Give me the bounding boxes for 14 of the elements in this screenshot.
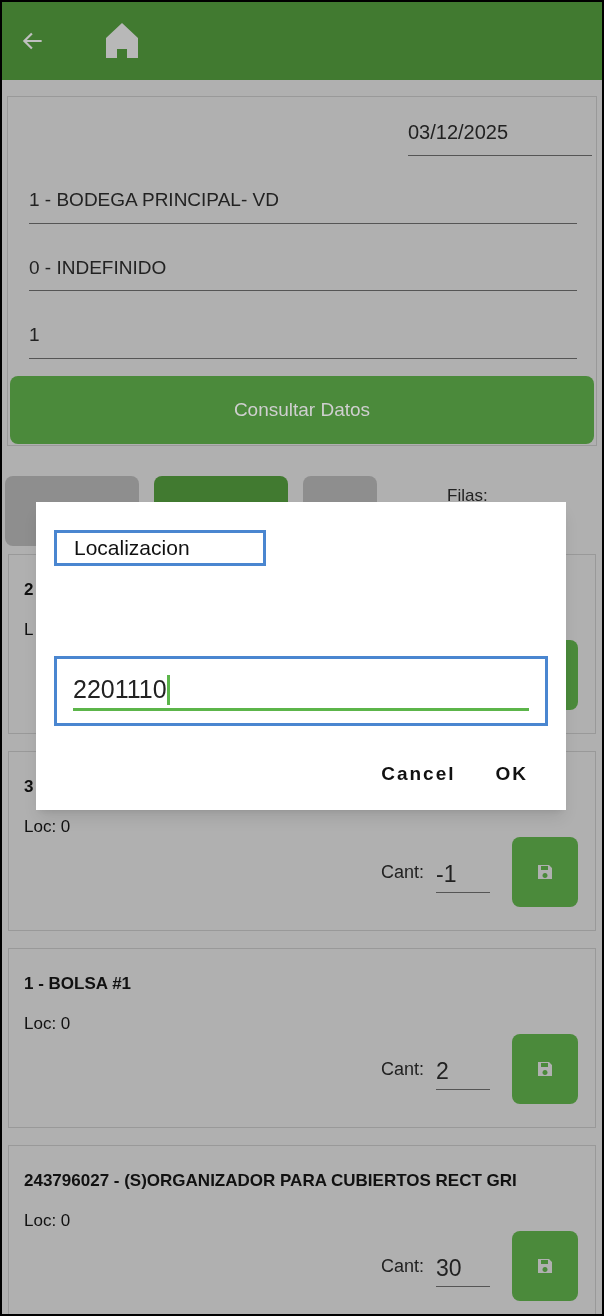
dialog-title: Localizacion — [54, 530, 266, 566]
quantity-label: Cant: — [380, 1057, 424, 1081]
input-value: 2201110 — [73, 673, 167, 705]
item-title: 243796027 - (S)ORGANIZADOR PARA CUBIERTOS RECT GRI — [24, 1170, 517, 1192]
item-title: 1 - BOLSA #1 — [24, 973, 132, 995]
item-title: 3 — [24, 776, 34, 798]
quantity-label: Cant: — [380, 860, 424, 884]
item-location: L — [24, 618, 34, 641]
quantity-label: Cant: — [380, 1254, 424, 1278]
item-location: Loc: 0 — [24, 1012, 71, 1035]
rows-label: Filas: — [447, 485, 488, 507]
item-location: Loc: 0 — [24, 815, 71, 838]
item-title: 2 — [24, 579, 34, 601]
item-location: Loc: 0 — [24, 1209, 71, 1232]
